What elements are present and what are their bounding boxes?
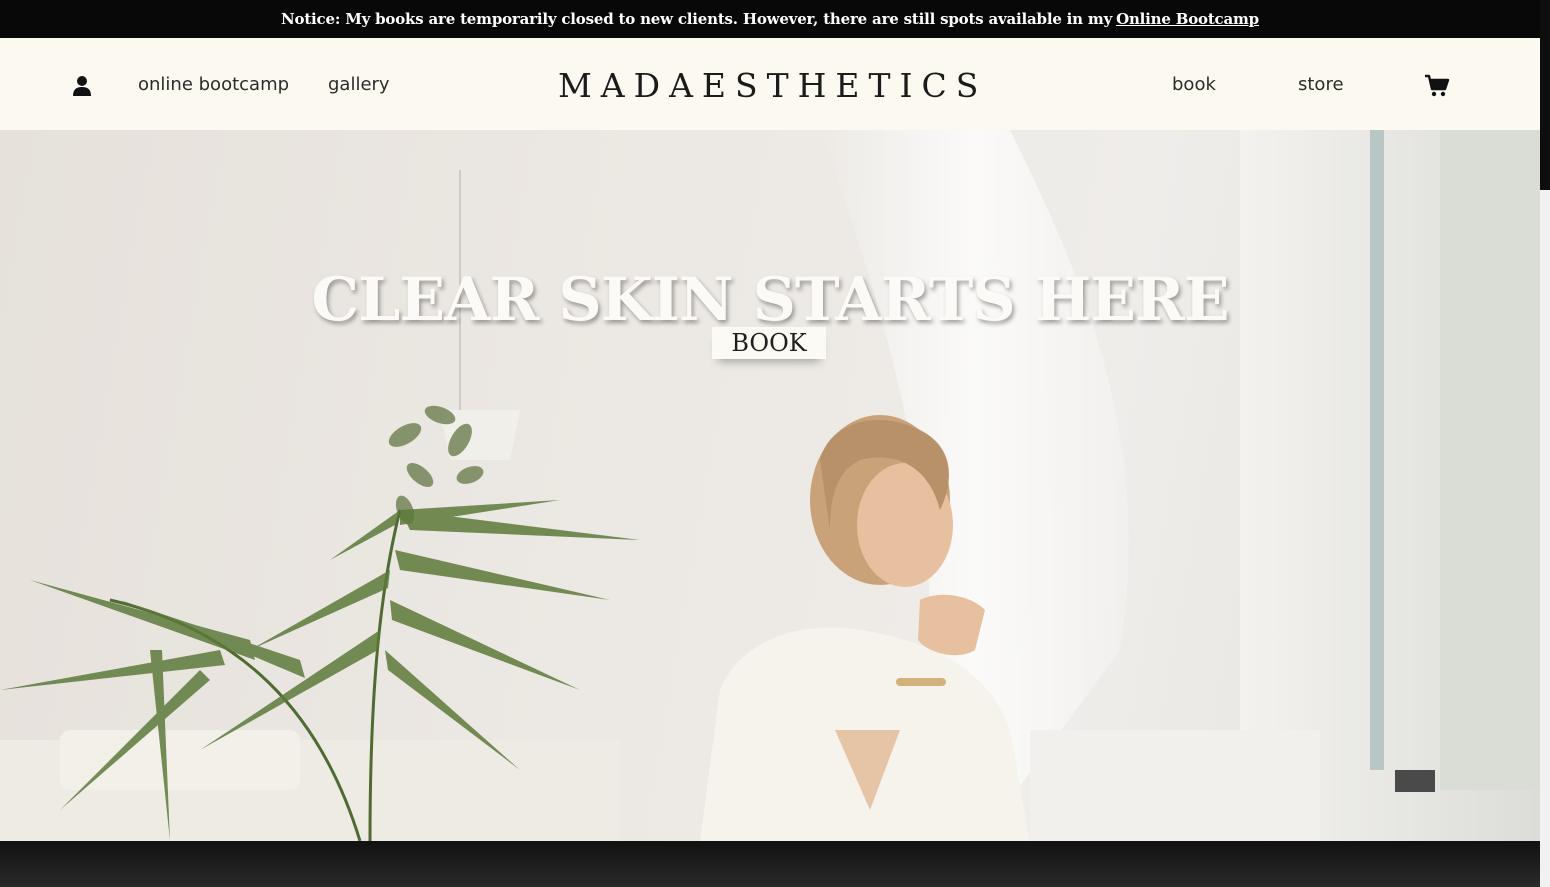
notice-bar: Notice: My books are temporarily closed … <box>0 0 1540 38</box>
brand-logo-right: AESTHETICS <box>669 65 988 105</box>
hero-section: CLEAR SKIN STARTS HERE BOOK <box>0 130 1540 841</box>
nav-book[interactable]: book <box>1172 74 1216 95</box>
brand-logo[interactable]: MAD AESTHETICS <box>558 60 978 110</box>
nav-gallery[interactable]: gallery <box>328 74 390 95</box>
next-section-band <box>0 841 1540 887</box>
cart-icon[interactable] <box>1424 74 1450 98</box>
hero-book-button[interactable]: BOOK <box>712 327 826 359</box>
brand-logo-left: MAD <box>558 65 670 105</box>
notice-text: Notice: My books are temporarily closed … <box>281 10 1113 28</box>
nav-online-bootcamp[interactable]: online bootcamp <box>138 74 289 95</box>
online-bootcamp-link[interactable]: Online Bootcamp <box>1116 10 1259 28</box>
scrollbar-thumb[interactable] <box>1540 0 1550 190</box>
hero-title: CLEAR SKIN STARTS HERE <box>311 265 1229 336</box>
hero-photo <box>0 130 1540 841</box>
site-header: online bootcamp gallery MAD AESTHETICS b… <box>0 38 1540 130</box>
scrollbar-track[interactable] <box>1540 0 1550 887</box>
account-icon[interactable] <box>70 74 94 98</box>
nav-store[interactable]: store <box>1298 74 1344 95</box>
